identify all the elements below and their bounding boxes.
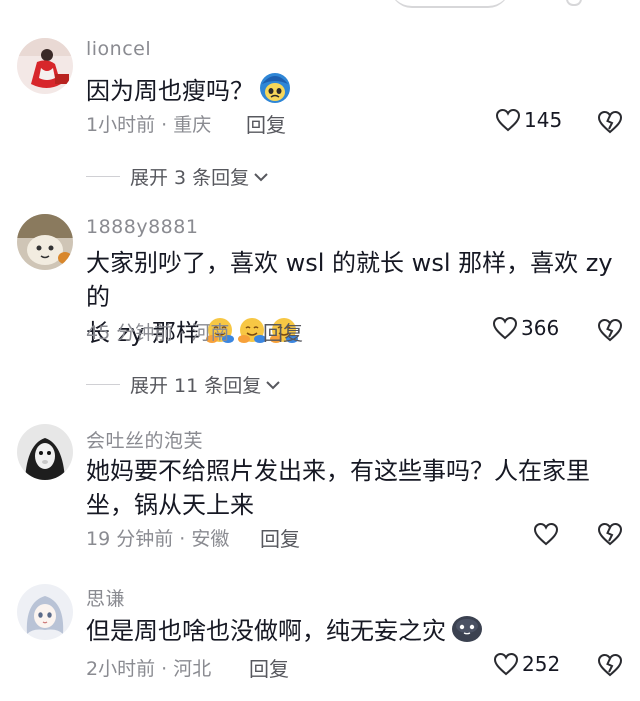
broken-heart-outline-icon	[597, 653, 623, 677]
comment-time: 45 分钟前	[86, 322, 174, 344]
reply-button[interactable]: 回复	[249, 653, 289, 682]
comment-time: 2小时前	[86, 658, 156, 680]
dislike-button[interactable]	[597, 317, 623, 343]
comment-text-body: 但是周也啥也没做啊，纯无妄之灾	[86, 617, 446, 645]
comment-meta: 19 分钟前 · 安徽	[86, 524, 229, 551]
like-count: 145	[524, 108, 563, 132]
chevron-down-icon	[254, 172, 268, 181]
expand-replies-label: 展开 11 条回复	[130, 375, 262, 397]
like-button[interactable]	[533, 522, 562, 546]
blue-crying-face-emoji-icon	[258, 70, 292, 113]
divider-line	[86, 384, 120, 385]
expand-replies-label: 展开 3 条回复	[130, 167, 250, 189]
comment-text-body: 因为周也瘦吗？	[86, 77, 254, 105]
comment-text-line-1: 大家别吵了，喜欢 wsl 的就长 wsl 那样，喜欢 zy 的	[86, 249, 613, 311]
broken-heart-outline-icon	[597, 522, 623, 546]
avatar[interactable]	[17, 214, 73, 270]
comment-username[interactable]: 会吐丝的泡芙	[86, 426, 203, 453]
comment-location: 安徽	[191, 528, 230, 550]
heart-outline-icon	[495, 108, 521, 132]
comment-username[interactable]: lioncel	[86, 38, 151, 60]
dislike-button[interactable]	[597, 652, 623, 678]
expand-replies-button[interactable]: 展开 11 条回复	[86, 371, 281, 398]
comment-meta: 45 分钟前 · 河南	[86, 318, 229, 345]
avatar[interactable]	[17, 424, 73, 480]
cutoff-shape	[390, 0, 510, 8]
expand-replies-button[interactable]: 展开 3 条回复	[86, 163, 269, 190]
like-button[interactable]: 252	[493, 652, 560, 676]
comment-username[interactable]: 思谦	[86, 584, 125, 611]
chevron-down-icon	[266, 380, 280, 389]
comment-location: 河南	[191, 322, 230, 344]
heart-outline-icon	[533, 522, 559, 546]
like-button[interactable]: 145	[495, 108, 562, 132]
dislike-button[interactable]	[597, 521, 623, 547]
dislike-button[interactable]	[597, 109, 623, 135]
like-count: 366	[521, 316, 560, 340]
comment-text-line-1: 她妈要不给照片发出来，有这些事吗？人在家里	[86, 457, 590, 485]
comment-location: 重庆	[173, 114, 212, 136]
heart-outline-icon	[493, 652, 519, 676]
comment-text: 因为周也瘦吗？	[86, 70, 616, 113]
comment-time: 1小时前	[86, 114, 156, 136]
divider-line	[86, 176, 120, 177]
reply-button[interactable]: 回复	[263, 317, 303, 346]
broken-heart-outline-icon	[597, 318, 623, 342]
meta-separator: ·	[173, 528, 192, 550]
comment-text-line-2: 坐，锅从天上来	[86, 491, 254, 519]
comment-location: 河北	[173, 658, 212, 680]
heart-outline-icon	[492, 316, 518, 340]
like-button[interactable]: 366	[492, 316, 559, 340]
like-count: 252	[522, 652, 561, 676]
comment-text: 她妈要不给照片发出来，有这些事吗？人在家里 坐，锅从天上来	[86, 454, 616, 522]
comment-meta: 1小时前 · 重庆	[86, 110, 211, 137]
comment-username[interactable]: 1888y8881	[86, 216, 198, 238]
reply-button[interactable]: 回复	[260, 523, 300, 552]
cutoff-icon	[566, 0, 582, 6]
dark-blob-face-emoji-icon	[450, 612, 484, 653]
broken-heart-outline-icon	[597, 110, 623, 134]
top-cutoff-strip	[0, 0, 640, 10]
comment-meta: 2小时前 · 河北	[86, 654, 211, 681]
avatar[interactable]	[17, 584, 73, 640]
comment-time: 19 分钟前	[86, 528, 174, 550]
comment-text: 但是周也啥也没做啊，纯无妄之灾	[86, 612, 616, 653]
reply-button[interactable]: 回复	[246, 109, 286, 138]
avatar[interactable]	[17, 38, 73, 94]
meta-separator: ·	[173, 322, 192, 344]
meta-separator: ·	[155, 114, 174, 136]
meta-separator: ·	[155, 658, 174, 680]
